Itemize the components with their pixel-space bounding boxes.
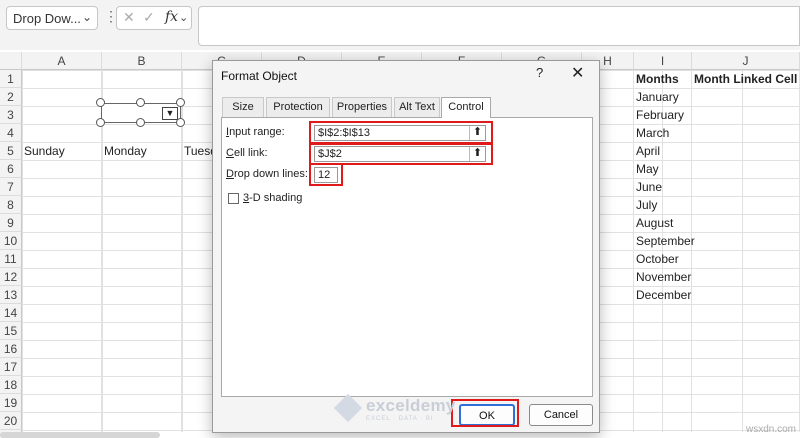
dropdown-arrow-icon[interactable]: ▼ xyxy=(162,107,178,120)
cell-i6[interactable]: May xyxy=(634,160,659,178)
input-range-label: Input range: xyxy=(226,126,285,138)
close-icon[interactable]: ✕ xyxy=(571,63,584,83)
cell-i13[interactable]: December xyxy=(634,286,691,304)
row-header-17[interactable]: 17 xyxy=(0,358,22,376)
column-header-a[interactable]: A xyxy=(22,52,102,70)
help-icon[interactable]: ? xyxy=(536,65,543,80)
exceldemy-logo-icon xyxy=(333,393,363,422)
chevron-down-icon[interactable]: ⌄ xyxy=(82,10,92,24)
name-box[interactable]: Drop Dow... ⌄ xyxy=(6,6,98,30)
formula-buttons: ✕ ✓ fx ⌄ xyxy=(116,6,192,30)
chevron-down-icon[interactable]: ⌄ xyxy=(179,11,188,24)
format-object-dialog: Format Object ? ✕ Size Protection Proper… xyxy=(212,60,600,433)
row-header-5[interactable]: 5 xyxy=(0,142,22,160)
dialog-title: Format Object xyxy=(221,69,298,83)
cell-link-label: Cell link: xyxy=(226,147,268,159)
row-header-11[interactable]: 11 xyxy=(0,250,22,268)
cell-b5[interactable]: Monday xyxy=(102,142,147,160)
column-header-j[interactable]: J xyxy=(692,52,800,70)
row-header-7[interactable]: 7 xyxy=(0,178,22,196)
row-header-12[interactable]: 12 xyxy=(0,268,22,286)
highlight-box xyxy=(309,163,343,186)
resize-handle[interactable] xyxy=(176,118,185,127)
tab-control[interactable]: Control xyxy=(441,97,491,118)
grid-line xyxy=(691,70,692,432)
resize-handle[interactable] xyxy=(136,98,145,107)
3d-shading-checkbox[interactable] xyxy=(228,193,239,204)
drop-down-lines-label: Drop down lines: xyxy=(226,168,308,180)
tab-protection[interactable]: Protection xyxy=(266,97,330,117)
resize-handle[interactable] xyxy=(96,98,105,107)
row-header-10[interactable]: 10 xyxy=(0,232,22,250)
cell-i5[interactable]: April xyxy=(634,142,660,160)
row-header-9[interactable]: 9 xyxy=(0,214,22,232)
tab-properties[interactable]: Properties xyxy=(332,97,392,117)
cell-i11[interactable]: October xyxy=(634,250,679,268)
row-header-6[interactable]: 6 xyxy=(0,160,22,178)
resize-handle[interactable] xyxy=(136,118,145,127)
cell-i3[interactable]: February xyxy=(634,106,684,124)
row-header-16[interactable]: 16 xyxy=(0,340,22,358)
resize-handle[interactable] xyxy=(176,98,185,107)
cancel-entry-icon[interactable]: ✕ xyxy=(123,9,135,26)
exceldemy-watermark: exceldemy EXCEL · DATA · BI xyxy=(333,393,456,422)
row-header-15[interactable]: 15 xyxy=(0,322,22,340)
column-header-i[interactable]: I xyxy=(634,52,692,70)
select-all-corner[interactable] xyxy=(0,52,22,70)
horizontal-scrollbar[interactable] xyxy=(0,432,160,438)
formula-bar: Drop Dow... ⌄ ⋮ ✕ ✓ fx ⌄ xyxy=(0,0,800,50)
formula-input[interactable] xyxy=(198,6,800,46)
3d-shading-label: 3-D shading xyxy=(243,192,303,204)
resize-handle[interactable] xyxy=(96,118,105,127)
cell-i2[interactable]: January xyxy=(634,88,679,106)
cell-a5[interactable]: Sunday xyxy=(22,142,65,160)
tab-size[interactable]: Size xyxy=(222,97,264,117)
cell-i8[interactable]: July xyxy=(634,196,657,214)
cell-i9[interactable]: August xyxy=(634,214,673,232)
row-header-19[interactable]: 19 xyxy=(0,394,22,412)
name-box-value: Drop Dow... xyxy=(13,11,81,26)
confirm-entry-icon[interactable]: ✓ xyxy=(143,9,155,26)
site-watermark: wsxdn.com xyxy=(746,424,797,435)
cell-i12[interactable]: November xyxy=(634,268,691,286)
cell-i1[interactable]: Months xyxy=(634,70,679,88)
column-header-b[interactable]: B xyxy=(102,52,182,70)
cancel-button[interactable]: Cancel xyxy=(529,404,593,426)
row-header-4[interactable]: 4 xyxy=(0,124,22,142)
control-tab-panel: Input range: $I$2:$I$13 ⬆ Cell link: $J$… xyxy=(221,117,593,397)
highlight-box xyxy=(451,399,519,427)
row-header-2[interactable]: 2 xyxy=(0,88,22,106)
cell-i10[interactable]: September xyxy=(634,232,695,250)
tab-alt-text[interactable]: Alt Text xyxy=(394,97,440,117)
row-header-20[interactable]: 20 xyxy=(0,412,22,430)
row-header-14[interactable]: 14 xyxy=(0,304,22,322)
insert-function-icon[interactable]: fx xyxy=(165,9,178,25)
row-header-3[interactable]: 3 xyxy=(0,106,22,124)
row-header-13[interactable]: 13 xyxy=(0,286,22,304)
cell-i7[interactable]: June xyxy=(634,178,662,196)
cell-j1[interactable]: Month Linked Cell xyxy=(692,70,797,88)
row-header-18[interactable]: 18 xyxy=(0,376,22,394)
row-header-8[interactable]: 8 xyxy=(0,196,22,214)
cell-i4[interactable]: March xyxy=(634,124,669,142)
highlight-box xyxy=(309,142,493,165)
row-header-1[interactable]: 1 xyxy=(0,70,22,88)
